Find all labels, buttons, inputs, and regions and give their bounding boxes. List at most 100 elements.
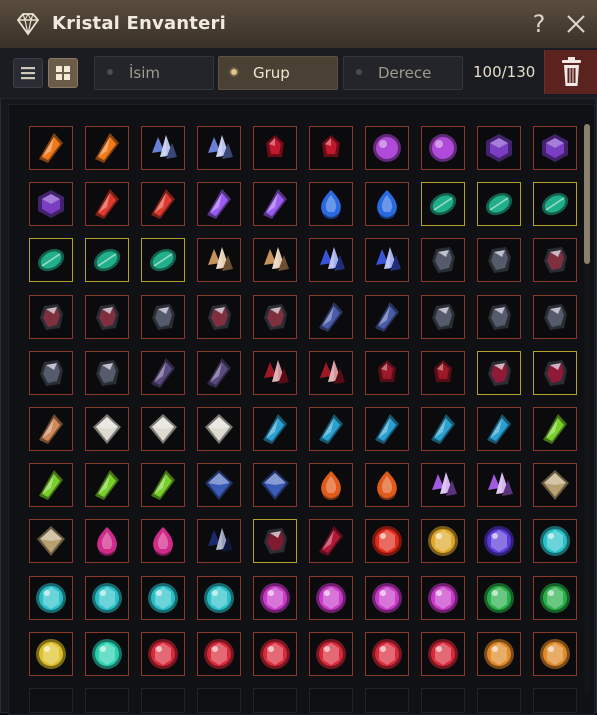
inventory-slot[interactable] xyxy=(309,463,353,507)
inventory-slot[interactable] xyxy=(477,407,521,451)
inventory-slot[interactable] xyxy=(141,407,185,451)
inventory-slot[interactable] xyxy=(533,238,577,282)
title-bar[interactable]: Kristal Envanteri ? xyxy=(0,0,597,49)
inventory-slot[interactable] xyxy=(253,463,297,507)
inventory-slot[interactable] xyxy=(477,632,521,676)
inventory-slot[interactable] xyxy=(533,182,577,226)
inventory-slot[interactable] xyxy=(85,182,129,226)
inventory-slot[interactable] xyxy=(309,295,353,339)
inventory-slot[interactable] xyxy=(477,295,521,339)
inventory-slot[interactable] xyxy=(365,295,409,339)
inventory-slot[interactable] xyxy=(197,238,241,282)
close-icon[interactable] xyxy=(565,13,587,35)
empty-inventory-slot[interactable] xyxy=(253,688,297,713)
inventory-slot[interactable] xyxy=(365,519,409,563)
inventory-slot[interactable] xyxy=(253,182,297,226)
empty-inventory-slot[interactable] xyxy=(421,688,465,713)
inventory-slot[interactable] xyxy=(309,238,353,282)
inventory-slot[interactable] xyxy=(85,519,129,563)
inventory-slot[interactable] xyxy=(533,295,577,339)
inventory-slot[interactable] xyxy=(85,463,129,507)
delete-button[interactable] xyxy=(544,50,597,94)
inventory-slot[interactable] xyxy=(533,407,577,451)
inventory-slot[interactable] xyxy=(421,295,465,339)
empty-inventory-slot[interactable] xyxy=(477,688,521,713)
inventory-slot[interactable] xyxy=(309,126,353,170)
inventory-slot[interactable] xyxy=(197,182,241,226)
list-view-button[interactable] xyxy=(13,58,43,88)
inventory-slot[interactable] xyxy=(253,238,297,282)
inventory-slot[interactable] xyxy=(253,126,297,170)
empty-inventory-slot[interactable] xyxy=(533,688,577,713)
empty-inventory-slot[interactable] xyxy=(309,688,353,713)
inventory-slot[interactable] xyxy=(421,463,465,507)
inventory-slot[interactable] xyxy=(477,182,521,226)
inventory-slot[interactable] xyxy=(533,463,577,507)
sort-by-grade-option[interactable]: Derece xyxy=(343,56,463,90)
inventory-slot[interactable] xyxy=(253,519,297,563)
inventory-slot[interactable] xyxy=(85,407,129,451)
inventory-slot[interactable] xyxy=(365,463,409,507)
inventory-slot[interactable] xyxy=(477,351,521,395)
inventory-slot[interactable] xyxy=(309,519,353,563)
inventory-slot[interactable] xyxy=(421,576,465,620)
inventory-slot[interactable] xyxy=(197,295,241,339)
inventory-slot[interactable] xyxy=(197,519,241,563)
inventory-slot[interactable] xyxy=(197,126,241,170)
inventory-slot[interactable] xyxy=(141,632,185,676)
sort-by-name-option[interactable]: İsim xyxy=(94,56,214,90)
inventory-slot[interactable] xyxy=(253,295,297,339)
inventory-slot[interactable] xyxy=(365,407,409,451)
inventory-slot[interactable] xyxy=(421,351,465,395)
inventory-slot[interactable] xyxy=(477,126,521,170)
inventory-slot[interactable] xyxy=(533,576,577,620)
inventory-slot[interactable] xyxy=(197,463,241,507)
inventory-slot[interactable] xyxy=(141,351,185,395)
inventory-slot[interactable] xyxy=(253,576,297,620)
grid-view-button[interactable] xyxy=(48,58,78,88)
inventory-slot[interactable] xyxy=(29,519,73,563)
inventory-slot[interactable] xyxy=(85,126,129,170)
inventory-slot[interactable] xyxy=(533,519,577,563)
inventory-slot[interactable] xyxy=(421,182,465,226)
inventory-slot[interactable] xyxy=(533,126,577,170)
inventory-slot[interactable] xyxy=(29,182,73,226)
inventory-slot[interactable] xyxy=(197,632,241,676)
inventory-slot[interactable] xyxy=(85,238,129,282)
inventory-slot[interactable] xyxy=(477,463,521,507)
empty-inventory-slot[interactable] xyxy=(365,688,409,713)
inventory-slot[interactable] xyxy=(197,576,241,620)
inventory-slot[interactable] xyxy=(29,407,73,451)
inventory-slot[interactable] xyxy=(85,632,129,676)
inventory-slot[interactable] xyxy=(309,351,353,395)
inventory-slot[interactable] xyxy=(477,238,521,282)
inventory-slot[interactable] xyxy=(141,519,185,563)
inventory-slot[interactable] xyxy=(421,632,465,676)
inventory-slot[interactable] xyxy=(29,576,73,620)
inventory-slot[interactable] xyxy=(141,238,185,282)
inventory-slot[interactable] xyxy=(421,407,465,451)
inventory-slot[interactable] xyxy=(197,351,241,395)
inventory-slot[interactable] xyxy=(309,407,353,451)
inventory-slot[interactable] xyxy=(29,351,73,395)
inventory-slot[interactable] xyxy=(365,351,409,395)
scrollbar-thumb[interactable] xyxy=(584,124,590,264)
inventory-slot[interactable] xyxy=(29,295,73,339)
inventory-slot[interactable] xyxy=(477,519,521,563)
help-button[interactable]: ? xyxy=(527,9,551,39)
sort-by-group-option[interactable]: Grup xyxy=(218,56,338,90)
inventory-slot[interactable] xyxy=(421,238,465,282)
empty-inventory-slot[interactable] xyxy=(141,688,185,713)
inventory-slot[interactable] xyxy=(365,238,409,282)
inventory-slot[interactable] xyxy=(365,632,409,676)
inventory-slot[interactable] xyxy=(85,351,129,395)
inventory-slot[interactable] xyxy=(253,632,297,676)
inventory-slot[interactable] xyxy=(29,238,73,282)
inventory-slot[interactable] xyxy=(197,407,241,451)
inventory-slot[interactable] xyxy=(141,295,185,339)
inventory-slot[interactable] xyxy=(365,576,409,620)
inventory-slot[interactable] xyxy=(85,576,129,620)
inventory-slot[interactable] xyxy=(253,351,297,395)
inventory-slot[interactable] xyxy=(253,407,297,451)
inventory-slot[interactable] xyxy=(141,126,185,170)
